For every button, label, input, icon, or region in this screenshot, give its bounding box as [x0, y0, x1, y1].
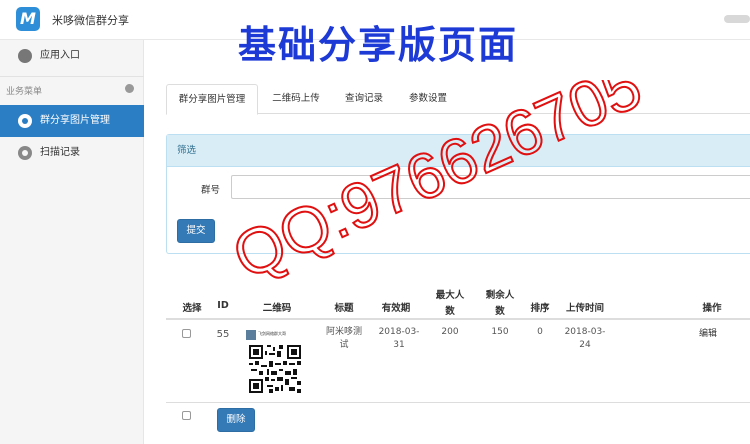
app-logo[interactable]: M — [16, 7, 40, 31]
row-qrcode-image: 飞剑网络群大哥 — [244, 327, 306, 395]
table-row-divider — [166, 402, 750, 403]
row-validity: 2018-03- 31 — [374, 326, 424, 352]
delete-button[interactable]: 删除 — [217, 408, 255, 432]
sidebar-toggle[interactable] — [724, 15, 750, 23]
row-title: 阿米哆测 试 — [320, 326, 368, 352]
col-header-order: 排序 — [530, 303, 550, 314]
group-avatar — [246, 330, 256, 340]
row-max-people: 200 — [441, 327, 459, 337]
col-header-max-people: 最大人 数 — [430, 287, 470, 317]
row-title-line1: 阿米哆测 — [325, 327, 362, 337]
tab-settings[interactable]: 参数设置 — [396, 84, 460, 114]
col-header-qrcode: 二维码 — [262, 303, 292, 314]
gear-icon — [18, 146, 32, 160]
sidebar-section-label: 业务菜单 — [6, 87, 43, 97]
tab-bar: 群分享图片管理 二维码上传 查询记录 参数设置 — [166, 84, 750, 115]
col-header-upload-time: 上传时间 — [565, 303, 604, 314]
submit-button[interactable]: 提交 — [177, 219, 215, 243]
row-upload-time-line2: 24 — [579, 340, 591, 350]
col-header-title: 标题 — [334, 303, 354, 314]
col-header-id: ID — [217, 300, 229, 311]
sidebar-item-label: 扫描记录 — [40, 147, 80, 158]
col-header-select: 选择 — [182, 303, 202, 314]
col-header-remaining-line2: 数 — [495, 306, 505, 317]
sidebar-item-scan-records[interactable]: 扫描记录 — [0, 137, 144, 169]
filter-panel: 筛选 群号 提交 — [166, 134, 750, 254]
app-title: 米哆微信群分享 — [52, 14, 129, 27]
row-validity-line1: 2018-03- — [378, 327, 420, 337]
select-all-checkbox[interactable] — [182, 411, 191, 420]
row-checkbox[interactable] — [182, 329, 191, 338]
col-header-max-people-line2: 数 — [445, 306, 455, 317]
group-number-input[interactable] — [231, 175, 750, 199]
row-upload-time-line1: 2018-03- — [564, 327, 606, 337]
qrcode-header: 飞剑网络群大哥 — [244, 327, 306, 345]
sidebar-item-share-images[interactable]: 群分享图片管理 — [0, 105, 144, 137]
row-validity-line2: 31 — [393, 340, 405, 350]
col-header-remaining: 剩余人 数 — [480, 287, 520, 317]
tab-qr-upload[interactable]: 二维码上传 — [260, 84, 332, 114]
col-header-validity: 有效期 — [381, 303, 411, 314]
page-banner: 基础分享版页面 — [238, 23, 519, 67]
group-number-label: 群号 — [201, 185, 221, 196]
sidebar-divider — [0, 76, 144, 77]
row-remaining: 150 — [491, 327, 509, 337]
gear-icon — [18, 114, 32, 128]
tab-share-images[interactable]: 群分享图片管理 — [166, 84, 258, 115]
col-header-remaining-line1: 剩余人 — [485, 290, 515, 301]
qrcode-icon — [249, 345, 301, 393]
qrcode-group-name: 飞剑网络群大哥 — [258, 331, 286, 336]
filter-panel-title: 筛选 — [167, 135, 750, 167]
col-header-action: 操作 — [702, 303, 722, 314]
gear-icon[interactable] — [125, 84, 134, 93]
tab-query-records[interactable]: 查询记录 — [332, 84, 396, 114]
row-edit-link[interactable]: 编辑 — [690, 328, 726, 341]
chat-icon — [18, 49, 32, 63]
row-upload-time: 2018-03- 24 — [560, 326, 610, 352]
table-header-divider — [166, 318, 750, 320]
sidebar: 应用入口 业务菜单 群分享图片管理 扫描记录 — [0, 40, 144, 444]
row-order: 0 — [537, 327, 543, 337]
row-title-line2: 试 — [339, 340, 349, 350]
sidebar-item-label: 应用入口 — [40, 50, 80, 61]
col-header-max-people-line1: 最大人 — [435, 290, 465, 301]
sidebar-item-app-entry[interactable]: 应用入口 — [0, 40, 144, 72]
row-id: 55 — [216, 329, 230, 340]
sidebar-item-label: 群分享图片管理 — [40, 115, 110, 126]
